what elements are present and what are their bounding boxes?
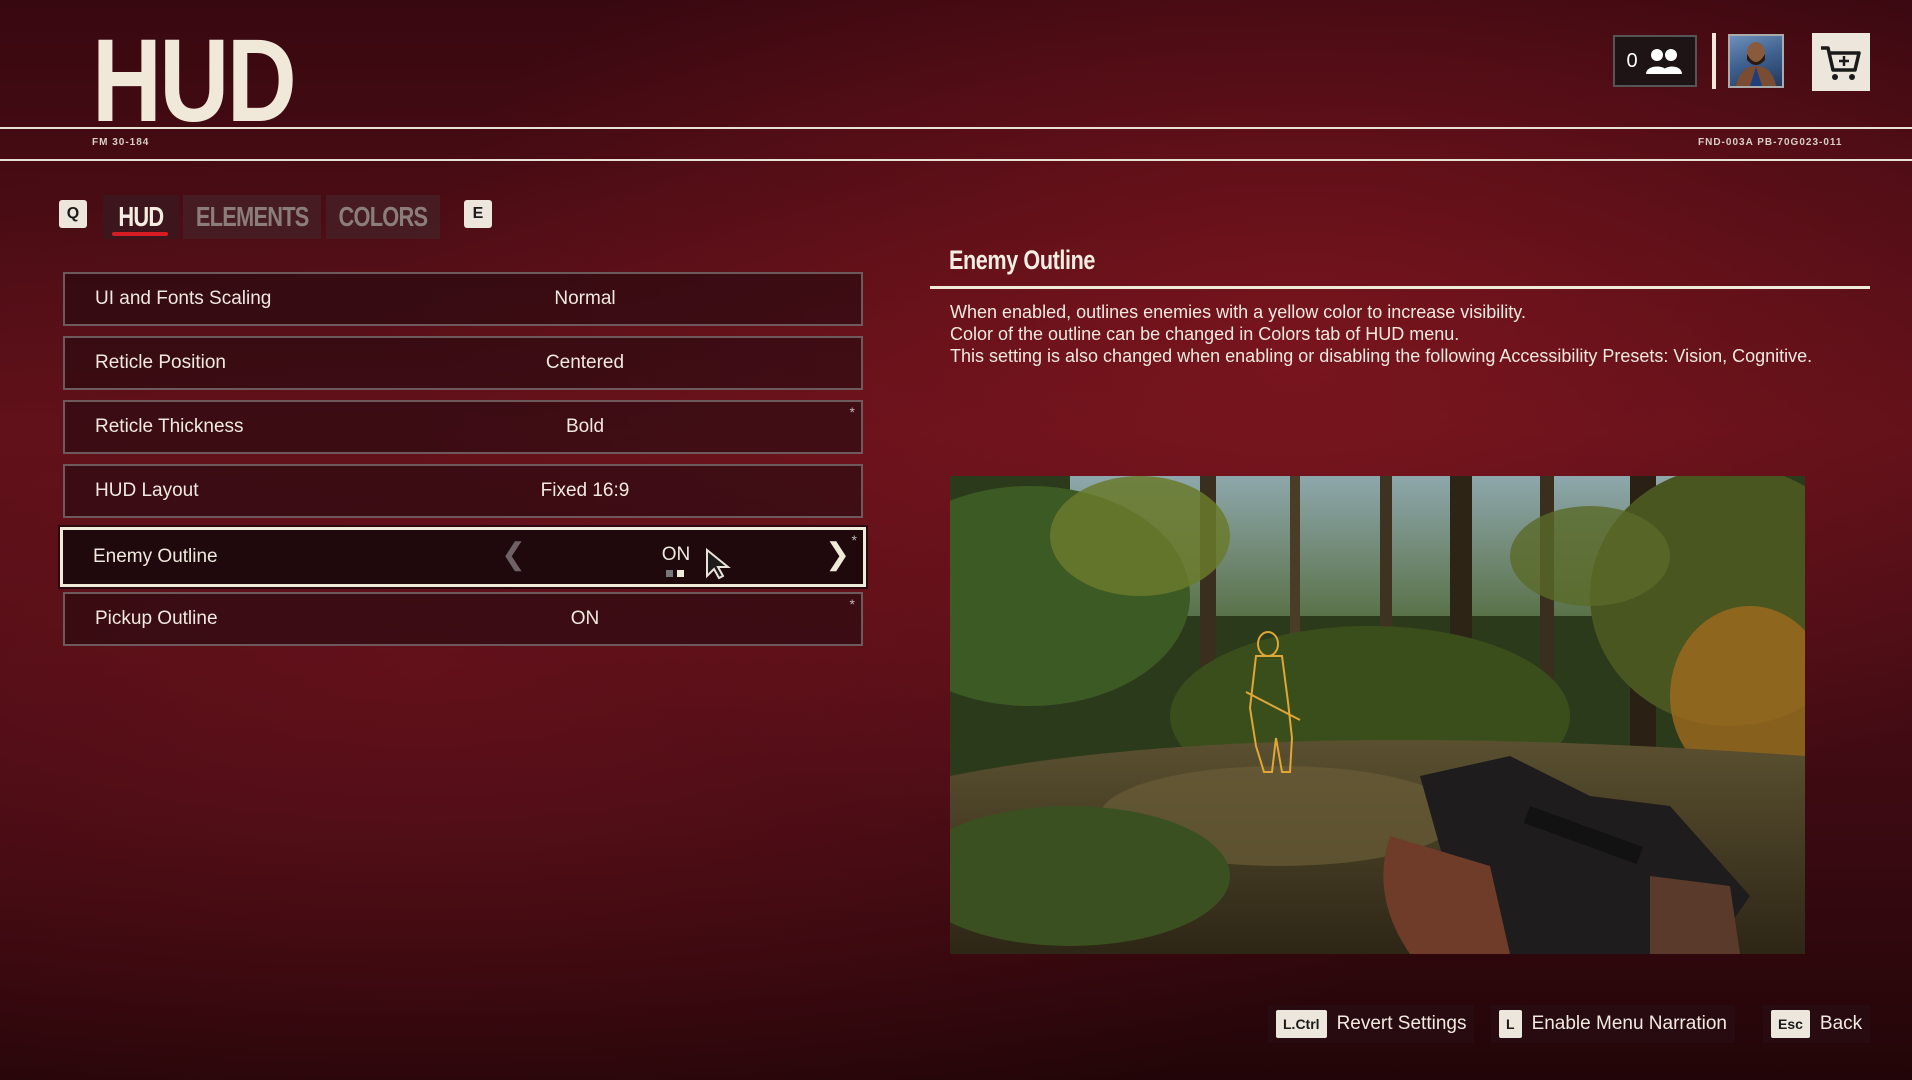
tab-elements[interactable]: ELEMENTS xyxy=(183,195,321,239)
revert-label: Revert Settings xyxy=(1336,1013,1467,1034)
avatar[interactable] xyxy=(1728,34,1784,88)
active-tab-indicator xyxy=(112,232,168,236)
detail-line: Color of the outline can be changed in C… xyxy=(950,324,1460,344)
detail-title: Enemy Outline xyxy=(949,245,1096,275)
header-code-left: FM 30-184 xyxy=(92,137,150,148)
setting-row-reticle-thickness[interactable]: Reticle Thickness Bold * xyxy=(63,400,863,454)
detail-line: When enabled, outlines enemies with a ye… xyxy=(950,302,1526,322)
setting-value: Fixed 16:9 xyxy=(540,480,630,501)
setting-label: HUD Layout xyxy=(95,480,199,501)
setting-label: UI and Fonts Scaling xyxy=(95,288,272,309)
setting-label: Pickup Outline xyxy=(95,608,218,629)
back-key: Esc xyxy=(1771,1010,1810,1038)
tab-elements-label: ELEMENTS xyxy=(195,201,309,232)
friends-icon xyxy=(1645,49,1682,74)
setting-row-pickup-outline[interactable]: Pickup Outline ON * xyxy=(63,592,863,646)
setting-row-ui-fonts-scaling[interactable]: UI and Fonts Scaling Normal xyxy=(63,272,863,326)
revert-key: L.Ctrl xyxy=(1276,1010,1327,1038)
avatar-portrait-icon xyxy=(1736,42,1776,86)
cart-icon xyxy=(1821,46,1861,80)
modified-star-icon: * xyxy=(849,404,855,420)
option-dot-active xyxy=(677,570,684,577)
menu-narration-button[interactable]: L Enable Menu Narration xyxy=(1491,1005,1735,1043)
tab-colors-label: COLORS xyxy=(338,201,429,232)
option-dot xyxy=(666,570,673,577)
setting-value: ON xyxy=(570,608,600,629)
next-tab-key[interactable]: E xyxy=(464,200,492,228)
friends-button[interactable]: 0 xyxy=(1613,35,1697,87)
narration-key: L xyxy=(1499,1010,1522,1038)
modified-star-icon: * xyxy=(851,532,857,548)
header-rule-bottom xyxy=(0,159,1912,161)
setting-label: Reticle Thickness xyxy=(95,416,244,437)
page-title: HUD xyxy=(92,15,297,147)
header-code-right: FND-003A PB-70G023-011 xyxy=(1698,137,1843,148)
setting-value: Centered xyxy=(545,352,625,373)
prev-tab-key[interactable]: Q xyxy=(59,200,87,228)
mouse-cursor-icon xyxy=(706,548,731,580)
narration-label: Enable Menu Narration xyxy=(1531,1013,1727,1034)
store-button[interactable] xyxy=(1812,33,1870,91)
revert-settings-button[interactable]: L.Ctrl Revert Settings xyxy=(1268,1005,1475,1043)
setting-row-hud-layout[interactable]: HUD Layout Fixed 16:9 xyxy=(63,464,863,518)
option-indicator xyxy=(666,570,684,577)
setting-value: Normal xyxy=(554,288,616,309)
header-separator xyxy=(1712,33,1716,89)
chevron-right-icon[interactable]: ❯ xyxy=(825,540,850,570)
back-button[interactable]: Esc Back xyxy=(1763,1005,1871,1043)
detail-rule xyxy=(930,286,1870,289)
setting-label: Enemy Outline xyxy=(93,546,218,567)
tab-hud-label: HUD xyxy=(118,201,165,232)
jungle-scene-illustration xyxy=(950,476,1805,954)
preview-image xyxy=(950,476,1805,954)
back-label: Back xyxy=(1819,1013,1863,1034)
modified-star-icon: * xyxy=(849,596,855,612)
setting-value: Bold xyxy=(565,416,605,437)
tab-colors[interactable]: COLORS xyxy=(326,195,440,239)
detail-line: This setting is also changed when enabli… xyxy=(950,346,1813,366)
setting-row-enemy-outline[interactable]: Enemy Outline ❮ ON ❯ * xyxy=(60,527,866,587)
detail-description: When enabled, outlines enemies with a ye… xyxy=(950,301,1850,367)
setting-row-reticle-position[interactable]: Reticle Position Centered xyxy=(63,336,863,390)
setting-label: Reticle Position xyxy=(95,352,226,373)
header-rule-top xyxy=(0,127,1912,129)
friends-count: 0 xyxy=(1626,49,1638,72)
